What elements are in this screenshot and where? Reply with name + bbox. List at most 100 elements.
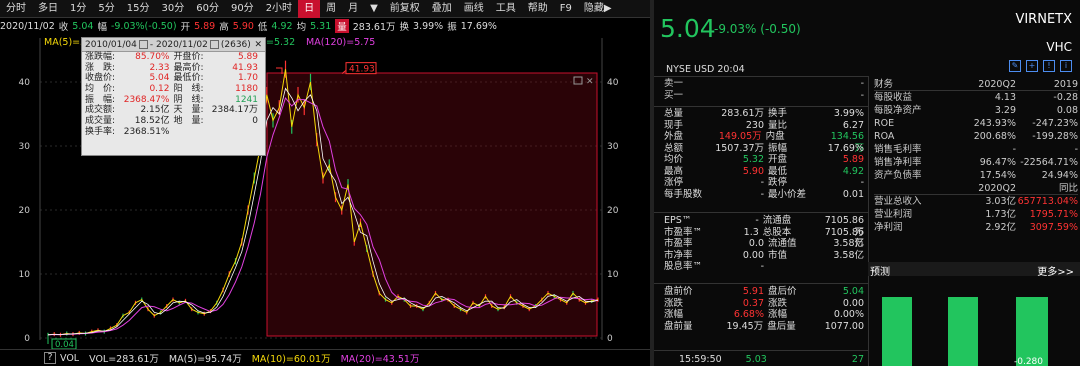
- tooltip-label: 均 价:: [85, 84, 116, 95]
- fin-label: 每股收益: [874, 92, 913, 103]
- tick-time: 15:59:50: [679, 354, 722, 365]
- stat-label: 跌停: [768, 177, 788, 188]
- y-tick-right: 30: [607, 142, 619, 152]
- tooltip-row: 均 价: 0.12 阳 线: 1180: [82, 84, 265, 95]
- date-picker-icon[interactable]: [138, 40, 148, 49]
- fin-label: 营业利润: [874, 209, 913, 220]
- stats-row: 盘前量 19.45万 盘后量 1077.00: [664, 321, 864, 333]
- stats-row: 股息率™ -: [664, 261, 864, 273]
- tooltip-value: 5.89: [237, 52, 258, 62]
- stats-row: 每手股数 - 最小价差 0.01: [664, 189, 864, 201]
- forecast-title: 预测: [870, 267, 890, 278]
- fin-label: 营业总收入: [874, 196, 922, 207]
- tooltip-cell: 阴 线: 1241: [174, 95, 263, 106]
- stats-row: EPS™ - 流通盘 7105.86万: [664, 215, 864, 238]
- alert-icon[interactable]: !: [1043, 60, 1055, 72]
- edit-icon[interactable]: ✎: [1009, 60, 1021, 72]
- tooltip-label: 涨 跌:: [85, 62, 116, 73]
- fin-value: 1795.71%: [1029, 209, 1078, 220]
- stat-value: -: [860, 177, 864, 188]
- stat-value: 0.00: [742, 249, 764, 261]
- stat-label: [768, 261, 826, 273]
- stats-row: 总量 283.61万 换手 3.99%: [664, 108, 864, 120]
- chart-panel: 分时 多日 1分 5分 15分 30分 60分 90分 2小时日周月 ▼ 前复权 叠加 画线 工具 帮助 F9…: [0, 0, 650, 366]
- forecast-bar: [948, 297, 978, 366]
- quote-panel: 5.04 -9.03% (-0.50) VIRNETX VHC NYSE USD…: [654, 0, 1080, 366]
- stat-value: 283.61万: [721, 108, 764, 119]
- info-icon[interactable]: i: [1060, 60, 1072, 72]
- financial-row: ROE 243.93% -247.23%: [874, 117, 1078, 130]
- stat-label: 最高: [664, 165, 684, 177]
- financial-row: 营业总收入 3.03亿 657713.04%: [874, 195, 1078, 208]
- stat-value: 134.56万: [830, 131, 864, 154]
- tooltip-start-date: 2010/01/04: [85, 39, 137, 50]
- tooltip-value: 1180: [235, 84, 258, 95]
- valuation-table: EPS™ - 流通盘 7105.86万 市盈率™ 1.3 总股本 7105.86万 市盈率 0.0…: [664, 215, 864, 273]
- fin-value: 3097.59%: [1029, 222, 1078, 233]
- add-icon[interactable]: +: [1026, 60, 1038, 72]
- tooltip-label: 换手率:: [85, 126, 116, 137]
- tooltip-cell: 均 价: 0.12: [85, 84, 174, 95]
- fin-value: 0.08: [1056, 105, 1078, 116]
- stat-value: 0.00%: [833, 309, 864, 320]
- stat-label: 盘前量: [664, 320, 693, 332]
- y-tick-right: 20: [607, 206, 619, 216]
- fin-label: 净利润: [874, 222, 903, 233]
- stat-value: 5.32: [742, 154, 764, 165]
- fin-value: 96.47%: [979, 157, 1016, 168]
- stats-row: 最高 5.90 最低 4.92: [664, 166, 864, 178]
- buy1-label: 买一: [664, 89, 684, 101]
- stat-value: 7105.86万: [824, 215, 864, 238]
- stat-value: 5.90: [742, 165, 764, 177]
- tooltip-header: 2010/01/04 - 2020/11/02 (2636) ✕: [82, 38, 265, 52]
- tooltip-end-date: - 2020/11/02: [149, 39, 208, 50]
- close-icon[interactable]: ✕: [254, 40, 262, 50]
- help-icon[interactable]: ?: [44, 352, 56, 364]
- fin-value: 657713.04%: [1017, 196, 1078, 207]
- tooltip-cell: 换手率: 2368.51%: [85, 127, 174, 138]
- ticker-name: VIRNETX: [1015, 12, 1072, 27]
- tick-price: 5.03: [745, 354, 767, 365]
- tooltip-cell: 收盘价: 5.04: [85, 73, 174, 84]
- tooltip-cell: 地 量: 0: [174, 116, 263, 127]
- tick-vol: 27: [851, 354, 864, 365]
- fin-label: 财务: [874, 79, 894, 90]
- stat-value: 4.92: [842, 165, 864, 177]
- fin-value: 3.29: [994, 105, 1016, 116]
- stat-value: 0.00: [842, 297, 864, 309]
- stat-value: 17.69%: [827, 142, 864, 154]
- close-icon[interactable]: ✕: [586, 77, 594, 87]
- stat-label: 涨跌: [664, 297, 684, 309]
- fin-value: 200.68%: [973, 131, 1016, 142]
- stat-value: 1077.00: [824, 320, 865, 332]
- fin-value: 4.13: [994, 92, 1016, 103]
- tooltip-cell: 涨 跌: 2.33: [85, 63, 174, 74]
- stats-row: 外盘 149.05万 内盘 134.56万: [664, 131, 864, 154]
- stat-value: 7105.86万: [824, 226, 864, 250]
- fin-label: [874, 182, 954, 194]
- stats-row: 涨跌 0.37 涨跌 0.00: [664, 298, 864, 310]
- tooltip-row: 换手率: 2368.51%: [82, 127, 265, 138]
- tooltip-label: 成交额:: [85, 105, 116, 116]
- tooltip-label: 最高价:: [173, 62, 204, 73]
- vol-ma10: MA(10)=60.01万: [251, 354, 331, 365]
- stat-label: 涨停: [664, 177, 684, 188]
- y-tick-left: 40: [19, 78, 31, 88]
- financial-row: 每股净资产 3.29 0.08: [874, 104, 1078, 117]
- stat-label: 流通值: [768, 238, 797, 249]
- more-link[interactable]: 更多>>: [1037, 263, 1074, 278]
- financial-row: 净利润 2.92亿 3097.59%: [874, 221, 1078, 234]
- exchange-info: NYSE USD 20:04: [666, 64, 745, 75]
- tooltip-value: [258, 127, 262, 138]
- date-picker-icon[interactable]: [209, 40, 219, 49]
- exchange: NYSE: [666, 64, 691, 75]
- tooltip-cell: [174, 127, 263, 138]
- stats-row: 均价 5.32 开盘 5.89: [664, 154, 864, 166]
- tooltip-value: 2.15亿: [140, 105, 170, 116]
- stat-label: 外盘: [664, 131, 684, 142]
- tooltip-value: 2368.51%: [123, 126, 170, 137]
- stat-label: 盘后价: [768, 286, 797, 297]
- tooltip-value: 5.04: [149, 73, 170, 84]
- stat-label: 开盘: [768, 154, 788, 165]
- stat-label: 最低: [768, 165, 788, 177]
